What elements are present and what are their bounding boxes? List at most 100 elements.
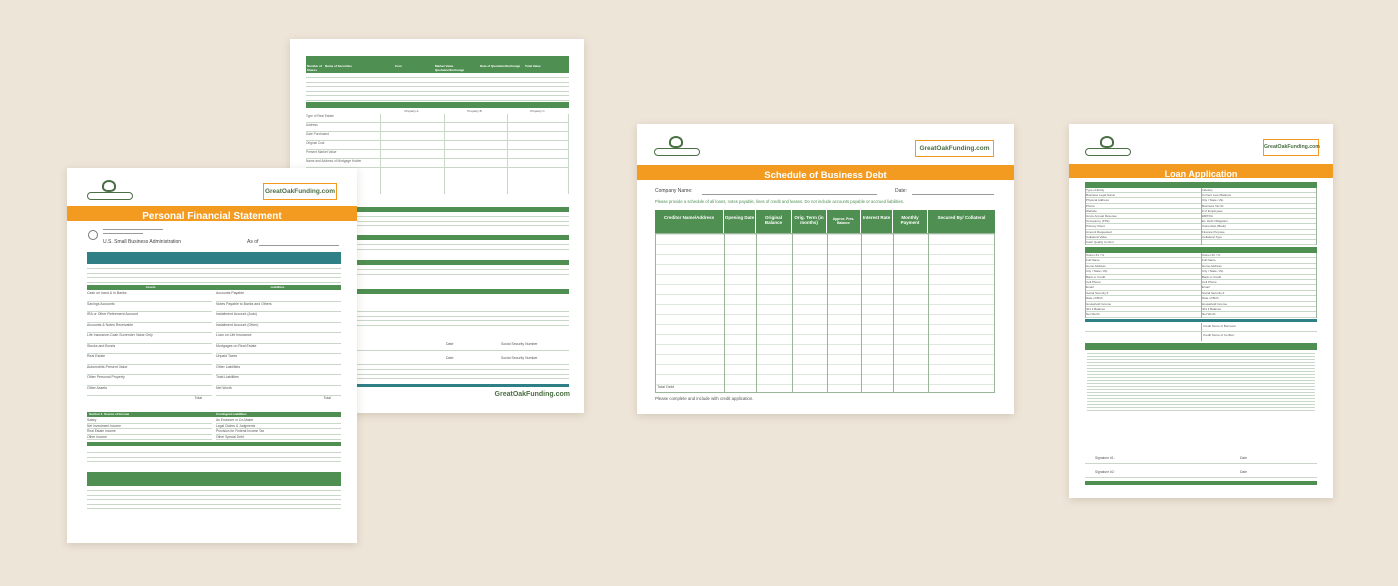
property-header: Property A Property B Property C [380, 109, 569, 113]
business-rows-right: Industry Current Loan Balance City / Sta… [1201, 188, 1317, 246]
as-of-field [259, 245, 339, 246]
document-schedule-of-business-debt: GreatOakFunding.com Schedule of Business… [637, 124, 1014, 414]
teal-divider [1085, 319, 1317, 322]
contingent-rows: As Endorser or Co-Maker Legal Claims & J… [216, 418, 341, 440]
debt-footer: Please complete and include with credit … [655, 396, 754, 401]
col-original: Original Balance [756, 210, 792, 233]
authorization-text [1087, 353, 1315, 413]
asset-row: Real Estate [87, 354, 212, 365]
debt-title: Schedule of Business Debt [764, 170, 887, 181]
omb-lines [103, 229, 163, 233]
owner-rows-left: Owner #1 / % Full Name Home Address City… [1085, 253, 1201, 318]
signature-2-date: Date [1240, 470, 1247, 474]
liability-row: Net Worth [216, 386, 341, 396]
col-opening: Opening Date [724, 210, 756, 233]
asset-row: Other Assets [87, 386, 212, 396]
col-creditor: Creditor Name/Address [655, 210, 724, 233]
signature-1-label: Signature #1: [1095, 456, 1115, 460]
property-col-lines [380, 114, 569, 194]
signature-1-date: Date [1240, 456, 1247, 460]
liability-row: Mortgages on Real Estate [216, 344, 341, 354]
section3-rows [306, 77, 569, 104]
property-b: Property B [467, 109, 482, 113]
col-cost: Cost [395, 64, 402, 68]
oak-tree-icon [1100, 136, 1114, 148]
col-shares: Number of Shares [307, 64, 322, 72]
income-row: Other Income [87, 435, 212, 440]
debt-instruction: Please provide a schedule of all loans, … [655, 199, 905, 204]
personal-title-banner: Personal Financial Statement [67, 206, 357, 222]
sba-agency: U.S. Small Business Administration [103, 239, 182, 245]
col-date: Date of Quotation/Exchange [480, 64, 521, 68]
liability-row: Total Liabilities [216, 375, 341, 386]
asset-row: Automobile-Present Value [87, 365, 212, 375]
debt-date-field [912, 194, 994, 195]
liability-row: Installment Account (Other) [216, 323, 341, 333]
income-rows: Salary Net Investment Income Real Estate… [87, 418, 212, 440]
other-income-lines [87, 452, 341, 466]
great-oak-logo [1085, 136, 1131, 158]
debt-columns-header: Creditor Name/Address Opening Date Origi… [655, 210, 995, 233]
debt-title-banner: Schedule of Business Debt [637, 165, 1014, 181]
date-label-1: Date [446, 342, 454, 346]
debt-date-label: Date: [895, 188, 907, 194]
debt-site-badge: GreatOakFunding.com [915, 140, 994, 157]
col-term: Orig. Term (in months) [792, 210, 827, 233]
personal-title: Personal Financial Statement [142, 211, 282, 222]
teal-instructions [87, 252, 341, 264]
owner-rows-right: Owner #2 / % Full Name Home Address City… [1201, 253, 1317, 318]
income-header-bar: Section 1. Source of Income Contingent L… [87, 412, 341, 417]
as-of-label: As of [247, 239, 259, 245]
ssn-label-2: Social Security Number [501, 356, 538, 360]
oak-tree-icon [669, 136, 683, 148]
property-c: Property C [530, 109, 545, 113]
document-loan-application: GreatOakFunding.com Loan Application Bus… [1069, 124, 1333, 498]
assets-liabilities-header: Assets Liabilities [87, 285, 341, 290]
signature-2-row: Signature #2: Date [1085, 466, 1317, 478]
col-interest: Interest Rate [861, 210, 893, 233]
liability-row: Notes Payable to Banks and Others [216, 302, 341, 312]
authorization-bar: Authorization [1085, 343, 1317, 357]
ssn-label-1: Social Security Number [501, 342, 538, 346]
personal-site-badge: GreatOakFunding.com [263, 183, 337, 200]
sba-seal-icon [88, 230, 98, 240]
signature-1-row: Signature #1: Date [1085, 452, 1317, 464]
liabilities-header: Liabilities [270, 285, 285, 289]
company-name-field [702, 194, 877, 195]
great-oak-logo [654, 136, 700, 158]
assets-header: Assets [145, 285, 156, 289]
asset-row: IRA or Other Retirement Account [87, 312, 212, 323]
col-secured: Secured By/ Collateral [937, 215, 986, 220]
biz-row: Cash Quality Control [1086, 240, 1201, 246]
asset-row: Accounts & Notes Receivable [87, 323, 212, 333]
section3-header-bar: Section 3. Stocks and Bonds [306, 56, 569, 70]
signature-2-label: Signature #2: [1095, 470, 1115, 474]
col-name: Name of Securities [325, 64, 353, 68]
liabilities-column: Accounts Payable Notes Payable to Banks … [216, 291, 341, 404]
debt-col-lines [655, 233, 995, 393]
liability-row: Accounts Payable [216, 291, 341, 302]
credit-score-borrower: Credit Score of Borrower [1203, 324, 1237, 328]
asset-row: Stocks and Bonds [87, 344, 212, 354]
applicant-info-lines [87, 268, 341, 286]
liability-row: Installment Account (Auto) [216, 312, 341, 323]
section3-columns: Number of Shares Name of Securities Cost… [306, 63, 569, 73]
loan-footer-bar [1085, 481, 1317, 485]
asset-row: Other Personal Property [87, 375, 212, 386]
col-monthly: Monthly Payment [893, 210, 928, 233]
loan-title-banner: Loan Application [1069, 164, 1333, 179]
liability-row: Loan on Life Insurance [216, 333, 341, 344]
col-total: Total Value [525, 64, 541, 68]
loan-site-badge: GreatOakFunding.com [1263, 139, 1320, 156]
loan-title: Loan Application [1164, 169, 1238, 179]
section2-rows [87, 490, 341, 513]
oak-tree-icon [102, 180, 116, 192]
contingent-header: Contingent Liabilities [216, 412, 247, 416]
document-personal-financial-statement: GreatOakFunding.com Personal Financial S… [67, 168, 357, 543]
back-footer-site: GreatOakFunding.com [494, 391, 570, 398]
asset-row: Savings Accounts [87, 302, 212, 312]
section4-header-bar: Section 4. Real Estate Owned [306, 102, 569, 116]
asset-row: Cash on hand & in Banks [87, 291, 212, 302]
assets-total-row: Total [194, 396, 202, 400]
business-rows-left: Type of Entity Business Legal Name Physi… [1085, 188, 1201, 246]
